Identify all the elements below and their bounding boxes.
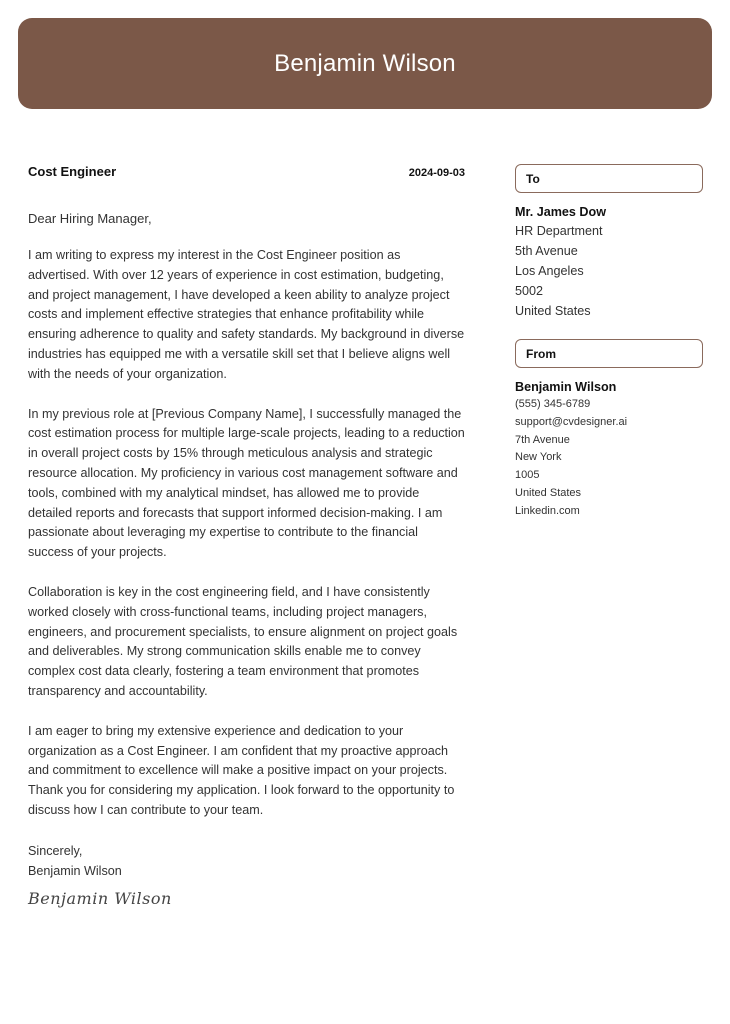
recipient-line: 5002	[515, 284, 544, 298]
paragraph: In my previous role at [Previous Company…	[28, 406, 465, 560]
sender-name: Benjamin Wilson	[515, 380, 617, 394]
sender-phone: (555) 345-6789	[515, 398, 591, 410]
sender-line: New York	[515, 451, 562, 464]
signature: Benjamin Wilson	[28, 888, 172, 908]
paragraph: I am writing to express my interest in t…	[28, 248, 465, 381]
sender-email[interactable]: support@cvdesigner.ai	[515, 414, 703, 432]
job-title: Cost Engineer	[28, 164, 117, 179]
paragraph: Collaboration is key in the cost enginee…	[28, 584, 458, 698]
recipient-line: United States	[515, 304, 591, 318]
letter-body: Cost Engineer 2024-09-03 Dear Hiring Man…	[28, 164, 465, 908]
salutation: Dear Hiring Manager,	[28, 211, 152, 226]
recipient-name: Mr. James Dow	[515, 205, 606, 219]
closing-block: Sincerely, Benjamin Wilson	[28, 841, 465, 881]
sender-linkedin[interactable]: Linkedin.com	[515, 503, 703, 521]
recipient-line: Los Angeles	[515, 264, 584, 278]
sender-line: United States	[515, 486, 582, 499]
recipient-line: 5th Avenue	[515, 244, 578, 258]
title-row: Cost Engineer 2024-09-03	[28, 164, 465, 179]
recipient-section: To Mr. James Dow HR Department 5th Avenu…	[515, 164, 703, 321]
paragraph: I am eager to bring my extensive experie…	[28, 723, 455, 817]
sender-line: 1005	[515, 469, 540, 482]
header-name: Benjamin Wilson	[274, 49, 456, 77]
sender-line: 7th Avenue	[515, 433, 570, 446]
letter-date: 2024-09-03	[408, 167, 465, 179]
recipient-label: To	[515, 164, 703, 193]
sender-label: From	[515, 339, 703, 368]
header-banner: Benjamin Wilson	[18, 18, 712, 109]
recipient-line: HR Department	[515, 224, 603, 238]
closing-name: Benjamin Wilson	[28, 863, 122, 878]
sender-section: From Benjamin Wilson (555) 345-6789 supp…	[515, 339, 703, 521]
closing: Sincerely,	[28, 843, 83, 858]
